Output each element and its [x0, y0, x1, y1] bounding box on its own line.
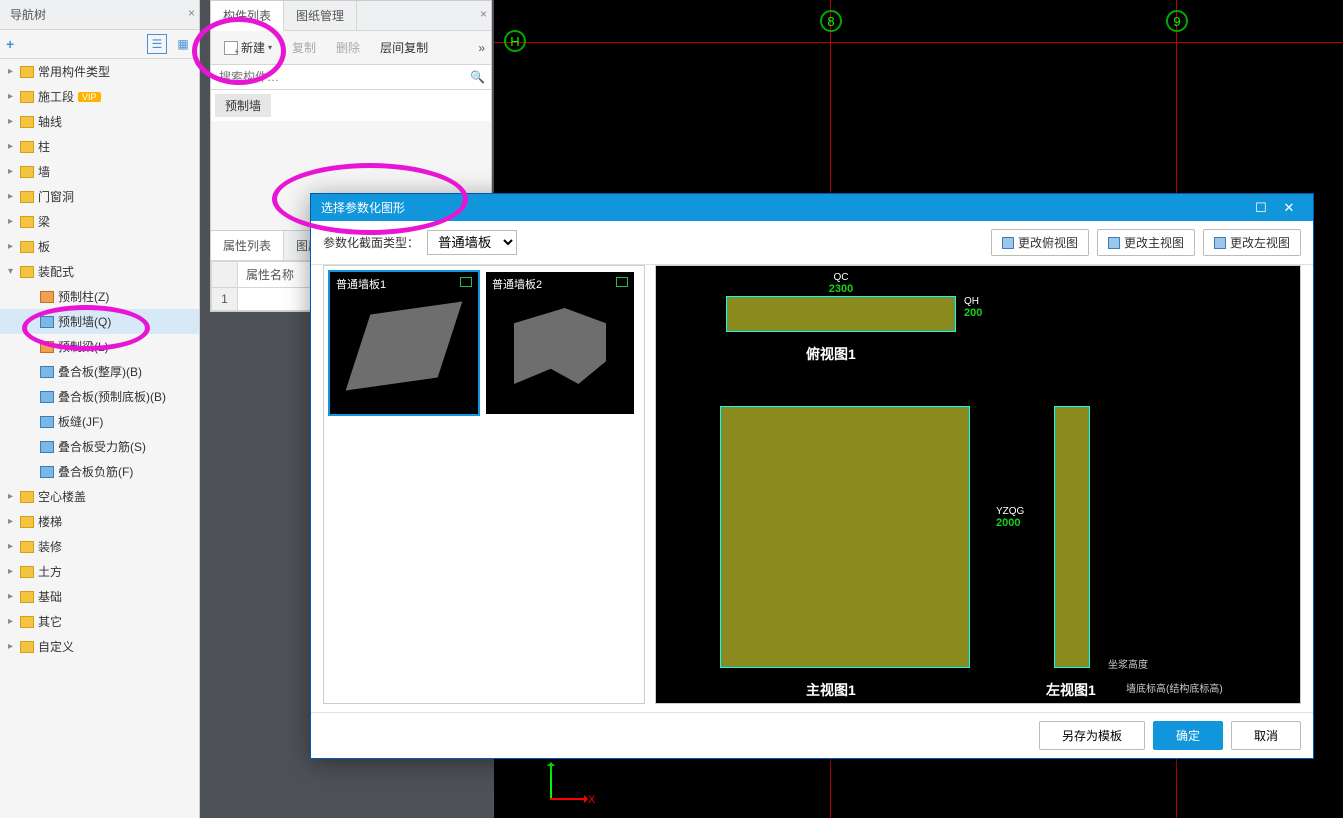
nav-tree-title: 导航树 ×: [0, 0, 199, 30]
tree-item[interactable]: 板缝(JF): [0, 409, 199, 434]
tree-item[interactable]: ▸板: [0, 234, 199, 259]
nav-toolbar: + ☰ ▦: [0, 30, 199, 59]
change-front-view-button[interactable]: 更改主视图: [1097, 229, 1195, 256]
new-button[interactable]: 新建▾: [217, 35, 279, 60]
left-view-label: 左视图1: [1046, 680, 1096, 700]
monitor-icon: [616, 277, 628, 287]
tree-item-prefab-wall[interactable]: 预制墙(Q): [0, 309, 199, 334]
section-type-select[interactable]: 普通墙板: [427, 230, 517, 255]
save-as-template-button[interactable]: 另存为模板: [1039, 721, 1145, 750]
search-input[interactable]: [211, 65, 491, 89]
tree-item[interactable]: ▸空心楼盖: [0, 484, 199, 509]
tree-item[interactable]: 叠合板负筋(F): [0, 459, 199, 484]
search-icon[interactable]: 🔍: [470, 70, 485, 84]
list-item-prefab-wall[interactable]: 预制墙: [215, 94, 271, 117]
floor-copy-button[interactable]: 层间复制: [373, 35, 435, 60]
tree-item[interactable]: ▸施工段VIP: [0, 84, 199, 109]
tree-item[interactable]: ▸装修: [0, 534, 199, 559]
monitor-icon: [460, 277, 472, 287]
nav-close-icon[interactable]: ×: [188, 6, 195, 20]
toolbar-more-icon[interactable]: »: [478, 41, 485, 55]
nav-view-list-icon[interactable]: ☰: [147, 34, 167, 54]
tree-item[interactable]: ▸其它: [0, 609, 199, 634]
dialog-close-icon[interactable]: ✕: [1275, 200, 1303, 216]
tree-item[interactable]: ▸墙: [0, 159, 199, 184]
axis-label-9: 9: [1166, 10, 1188, 32]
list-search: 🔍: [211, 65, 491, 90]
list-close-icon[interactable]: ×: [480, 7, 487, 21]
template-item-2[interactable]: 普通墙板2: [486, 272, 634, 414]
dim-qc: QC 2300: [726, 272, 956, 295]
tree-item[interactable]: ▸自定义: [0, 634, 199, 659]
dialog-footer: 另存为模板 确定 取消: [311, 712, 1313, 758]
tab-drawings[interactable]: 图纸管理: [284, 1, 357, 30]
nav-view-grid-icon[interactable]: ▦: [173, 34, 193, 54]
template-thumbnail: [346, 302, 463, 391]
top-view-label: 俯视图1: [806, 344, 856, 364]
top-view-shape: [726, 296, 956, 332]
dialog-toolbar: 参数化截面类型： 普通墙板 更改俯视图 更改主视图 更改左视图: [311, 221, 1313, 265]
left-view-shape: [1054, 406, 1090, 668]
nav-tree-panel: 导航树 × + ☰ ▦ ▸常用构件类型 ▸施工段VIP ▸轴线 ▸柱 ▸墙 ▸门…: [0, 0, 200, 818]
tree-item[interactable]: ▸轴线: [0, 109, 199, 134]
tree-item[interactable]: 叠合板(预制底板)(B): [0, 384, 199, 409]
tree-item[interactable]: 叠合板受力筋(S): [0, 434, 199, 459]
tree-item[interactable]: ▸柱: [0, 134, 199, 159]
tree-item[interactable]: 预制梁(L): [0, 334, 199, 359]
tree-item[interactable]: ▸门窗洞: [0, 184, 199, 209]
tree-item[interactable]: 预制柱(Z): [0, 284, 199, 309]
dialog-maximize-icon[interactable]: ☐: [1247, 200, 1275, 216]
tab-attributes[interactable]: 属性列表: [211, 231, 284, 260]
dialog-titlebar[interactable]: 选择参数化图形 ☐ ✕: [311, 194, 1313, 221]
section-type-label: 参数化截面类型：: [323, 234, 419, 251]
nav-add-button[interactable]: +: [6, 36, 14, 52]
template-thumbnail: [514, 308, 606, 384]
gridline-horizontal: [494, 42, 1343, 43]
axis-label-h: H: [504, 30, 526, 52]
list-tabs: 构件列表 图纸管理 ×: [211, 1, 491, 31]
dim-yzqg: YZQG 2000: [996, 506, 1024, 529]
preview-viewport[interactable]: QC 2300 QH 200 俯视图1 主视图1 YZQG 2000 左视图1 …: [655, 265, 1301, 704]
cancel-button[interactable]: 取消: [1231, 721, 1301, 750]
tree-item[interactable]: ▸土方: [0, 559, 199, 584]
ucs-indicator: Y X: [540, 750, 600, 810]
dialog-title-text: 选择参数化图形: [321, 199, 405, 216]
front-view-shape: [720, 406, 970, 668]
tab-components[interactable]: 构件列表: [211, 1, 284, 31]
change-left-view-button[interactable]: 更改左视图: [1203, 229, 1301, 256]
front-view-label: 主视图1: [806, 680, 856, 700]
note-wall-bottom-elev: 墙底标高(结构底标高): [1126, 680, 1223, 695]
copy-button[interactable]: 复制: [285, 35, 323, 60]
grid-rownum: 1: [212, 288, 238, 311]
tree-item[interactable]: 叠合板(整厚)(B): [0, 359, 199, 384]
parametric-shape-dialog: 选择参数化图形 ☐ ✕ 参数化截面类型： 普通墙板 更改俯视图 更改主视图 更改…: [310, 193, 1314, 759]
change-top-view-button[interactable]: 更改俯视图: [991, 229, 1089, 256]
axis-label-8: 8: [820, 10, 842, 32]
list-toolbar: 新建▾ 复制 删除 层间复制 »: [211, 31, 491, 65]
tree-item[interactable]: ▸基础: [0, 584, 199, 609]
tree-item[interactable]: ▸常用构件类型: [0, 59, 199, 84]
template-gallery: 普通墙板1 普通墙板2: [323, 265, 645, 704]
tree-item[interactable]: ▸楼梯: [0, 509, 199, 534]
delete-button[interactable]: 删除: [329, 35, 367, 60]
template-item-1[interactable]: 普通墙板1: [330, 272, 478, 414]
tree-item[interactable]: ▸梁: [0, 209, 199, 234]
tree-item-assembly[interactable]: ▾装配式: [0, 259, 199, 284]
ok-button[interactable]: 确定: [1153, 721, 1223, 750]
nav-tree[interactable]: ▸常用构件类型 ▸施工段VIP ▸轴线 ▸柱 ▸墙 ▸门窗洞 ▸梁 ▸板 ▾装配…: [0, 59, 199, 659]
list-body: 预制墙: [211, 90, 491, 121]
note-grout-height: 坐浆高度: [1108, 656, 1148, 671]
dim-qh: QH 200: [964, 296, 982, 319]
